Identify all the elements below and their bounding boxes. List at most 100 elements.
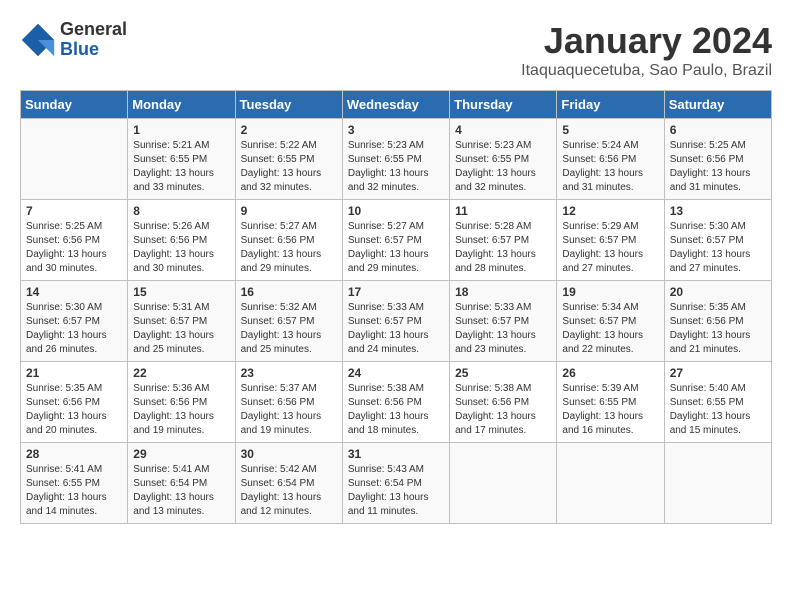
day-info: Sunrise: 5:27 AM Sunset: 6:56 PM Dayligh… — [241, 220, 337, 276]
calendar-cell: 24Sunrise: 5:38 AM Sunset: 6:56 PM Dayli… — [342, 362, 449, 443]
day-info: Sunrise: 5:23 AM Sunset: 6:55 PM Dayligh… — [455, 139, 551, 195]
week-row-3: 21 Sunrise: 5:35 AM Sunset: 6:56 PM Dayli… — [21, 362, 772, 443]
logo-icon — [20, 22, 56, 58]
logo-blue: Blue — [60, 40, 127, 60]
day-info: Sunrise: 5:38 AM Sunset: 6:56 PM Dayligh… — [455, 382, 551, 438]
day-info: Sunrise: 5:36 AM Sunset: 6:56 PM Dayligh… — [133, 382, 229, 438]
day-number: 3 — [348, 123, 444, 137]
day-number: 24 — [348, 366, 444, 380]
day-info: Sunrise: 5:37 AM Sunset: 6:56 PM Dayligh… — [241, 382, 337, 438]
calendar-cell: 11 Sunrise: 5:28 AM Sunset: 6:57 PM Dayli… — [450, 200, 557, 281]
day-info: Sunrise: 5:30 AM Sunset: 6:57 PM Dayligh… — [26, 301, 122, 357]
day-info: Sunrise: 5:27 AM Sunset: 6:57 PM Dayligh… — [348, 220, 444, 276]
day-info: Sunrise: 5:30 AM Sunset: 6:57 PM Dayligh… — [670, 220, 766, 276]
calendar-cell: 16 Sunrise: 5:32 AM Sunset: 6:57 PM Dayli… — [235, 281, 342, 362]
logo-general: General — [60, 20, 127, 40]
day-number: 11 — [455, 204, 551, 218]
day-info: Sunrise: 5:29 AM Sunset: 6:57 PM Dayligh… — [562, 220, 658, 276]
day-number: 30 — [241, 447, 337, 461]
calendar-cell: 5 Sunrise: 5:24 AM Sunset: 6:56 PM Daylig… — [557, 119, 664, 200]
location: Itaquaquecetuba, Sao Paulo, Brazil — [521, 62, 772, 80]
week-row-4: 28 Sunrise: 5:41 AM Sunset: 6:55 PM Dayli… — [21, 443, 772, 524]
calendar-cell: 20Sunrise: 5:35 AM Sunset: 6:56 PM Dayli… — [664, 281, 771, 362]
title-block: January 2024 Itaquaquecetuba, Sao Paulo,… — [521, 20, 772, 80]
day-number: 9 — [241, 204, 337, 218]
day-number: 19 — [562, 285, 658, 299]
day-number: 15 — [133, 285, 229, 299]
day-number: 2 — [241, 123, 337, 137]
calendar-cell: 4 Sunrise: 5:23 AM Sunset: 6:55 PM Daylig… — [450, 119, 557, 200]
weekday-header-tuesday: Tuesday — [235, 91, 342, 119]
weekday-header-sunday: Sunday — [21, 91, 128, 119]
calendar-cell — [664, 443, 771, 524]
calendar-cell: 13Sunrise: 5:30 AM Sunset: 6:57 PM Dayli… — [664, 200, 771, 281]
logo: General Blue — [20, 20, 127, 60]
day-info: Sunrise: 5:34 AM Sunset: 6:57 PM Dayligh… — [562, 301, 658, 357]
weekday-header-row: SundayMondayTuesdayWednesdayThursdayFrid… — [21, 91, 772, 119]
day-number: 10 — [348, 204, 444, 218]
day-info: Sunrise: 5:22 AM Sunset: 6:55 PM Dayligh… — [241, 139, 337, 195]
day-info: Sunrise: 5:41 AM Sunset: 6:55 PM Dayligh… — [26, 463, 122, 519]
day-info: Sunrise: 5:42 AM Sunset: 6:54 PM Dayligh… — [241, 463, 337, 519]
calendar-cell — [21, 119, 128, 200]
calendar-cell: 22Sunrise: 5:36 AM Sunset: 6:56 PM Dayli… — [128, 362, 235, 443]
day-number: 16 — [241, 285, 337, 299]
day-info: Sunrise: 5:28 AM Sunset: 6:57 PM Dayligh… — [455, 220, 551, 276]
logo-text: General Blue — [60, 20, 127, 60]
calendar-cell: 25Sunrise: 5:38 AM Sunset: 6:56 PM Dayli… — [450, 362, 557, 443]
day-number: 5 — [562, 123, 658, 137]
day-number: 18 — [455, 285, 551, 299]
day-number: 23 — [241, 366, 337, 380]
day-info: Sunrise: 5:35 AM Sunset: 6:56 PM Dayligh… — [26, 382, 122, 438]
day-info: Sunrise: 5:40 AM Sunset: 6:55 PM Dayligh… — [670, 382, 766, 438]
calendar-cell: 2 Sunrise: 5:22 AM Sunset: 6:55 PM Daylig… — [235, 119, 342, 200]
calendar-cell: 17 Sunrise: 5:33 AM Sunset: 6:57 PM Dayli… — [342, 281, 449, 362]
calendar-cell — [557, 443, 664, 524]
calendar-cell: 14 Sunrise: 5:30 AM Sunset: 6:57 PM Dayli… — [21, 281, 128, 362]
day-info: Sunrise: 5:31 AM Sunset: 6:57 PM Dayligh… — [133, 301, 229, 357]
calendar-cell: 15 Sunrise: 5:31 AM Sunset: 6:57 PM Dayli… — [128, 281, 235, 362]
day-number: 14 — [26, 285, 122, 299]
day-info: Sunrise: 5:43 AM Sunset: 6:54 PM Dayligh… — [348, 463, 444, 519]
calendar-cell: 27 Sunrise: 5:40 AM Sunset: 6:55 PM Dayli… — [664, 362, 771, 443]
day-info: Sunrise: 5:41 AM Sunset: 6:54 PM Dayligh… — [133, 463, 229, 519]
day-number: 28 — [26, 447, 122, 461]
day-number: 12 — [562, 204, 658, 218]
day-info: Sunrise: 5:21 AM Sunset: 6:55 PM Dayligh… — [133, 139, 229, 195]
calendar-cell: 7 Sunrise: 5:25 AM Sunset: 6:56 PM Daylig… — [21, 200, 128, 281]
calendar-cell: 31 Sunrise: 5:43 AM Sunset: 6:54 PM Dayli… — [342, 443, 449, 524]
calendar-cell: 9 Sunrise: 5:27 AM Sunset: 6:56 PM Daylig… — [235, 200, 342, 281]
day-info: Sunrise: 5:32 AM Sunset: 6:57 PM Dayligh… — [241, 301, 337, 357]
weekday-header-monday: Monday — [128, 91, 235, 119]
weekday-header-saturday: Saturday — [664, 91, 771, 119]
day-info: Sunrise: 5:33 AM Sunset: 6:57 PM Dayligh… — [348, 301, 444, 357]
day-info: Sunrise: 5:23 AM Sunset: 6:55 PM Dayligh… — [348, 139, 444, 195]
day-number: 1 — [133, 123, 229, 137]
calendar-cell: 1 Sunrise: 5:21 AM Sunset: 6:55 PM Daylig… — [128, 119, 235, 200]
week-row-1: 7 Sunrise: 5:25 AM Sunset: 6:56 PM Daylig… — [21, 200, 772, 281]
week-row-0: 1 Sunrise: 5:21 AM Sunset: 6:55 PM Daylig… — [21, 119, 772, 200]
month-title: January 2024 — [521, 20, 772, 62]
calendar-cell: 19 Sunrise: 5:34 AM Sunset: 6:57 PM Dayli… — [557, 281, 664, 362]
calendar-cell: 3 Sunrise: 5:23 AM Sunset: 6:55 PM Daylig… — [342, 119, 449, 200]
day-info: Sunrise: 5:33 AM Sunset: 6:57 PM Dayligh… — [455, 301, 551, 357]
day-number: 29 — [133, 447, 229, 461]
day-number: 21 — [26, 366, 122, 380]
calendar-cell: 28 Sunrise: 5:41 AM Sunset: 6:55 PM Dayli… — [21, 443, 128, 524]
calendar-cell: 29 Sunrise: 5:41 AM Sunset: 6:54 PM Dayli… — [128, 443, 235, 524]
calendar-cell: 26Sunrise: 5:39 AM Sunset: 6:55 PM Dayli… — [557, 362, 664, 443]
day-info: Sunrise: 5:39 AM Sunset: 6:55 PM Dayligh… — [562, 382, 658, 438]
day-number: 20 — [670, 285, 766, 299]
day-number: 27 — [670, 366, 766, 380]
day-number: 4 — [455, 123, 551, 137]
week-row-2: 14 Sunrise: 5:30 AM Sunset: 6:57 PM Dayli… — [21, 281, 772, 362]
day-number: 8 — [133, 204, 229, 218]
day-number: 7 — [26, 204, 122, 218]
day-info: Sunrise: 5:26 AM Sunset: 6:56 PM Dayligh… — [133, 220, 229, 276]
day-info: Sunrise: 5:25 AM Sunset: 6:56 PM Dayligh… — [26, 220, 122, 276]
day-info: Sunrise: 5:24 AM Sunset: 6:56 PM Dayligh… — [562, 139, 658, 195]
day-number: 31 — [348, 447, 444, 461]
calendar-cell: 12 Sunrise: 5:29 AM Sunset: 6:57 PM Dayli… — [557, 200, 664, 281]
weekday-header-wednesday: Wednesday — [342, 91, 449, 119]
day-number: 17 — [348, 285, 444, 299]
